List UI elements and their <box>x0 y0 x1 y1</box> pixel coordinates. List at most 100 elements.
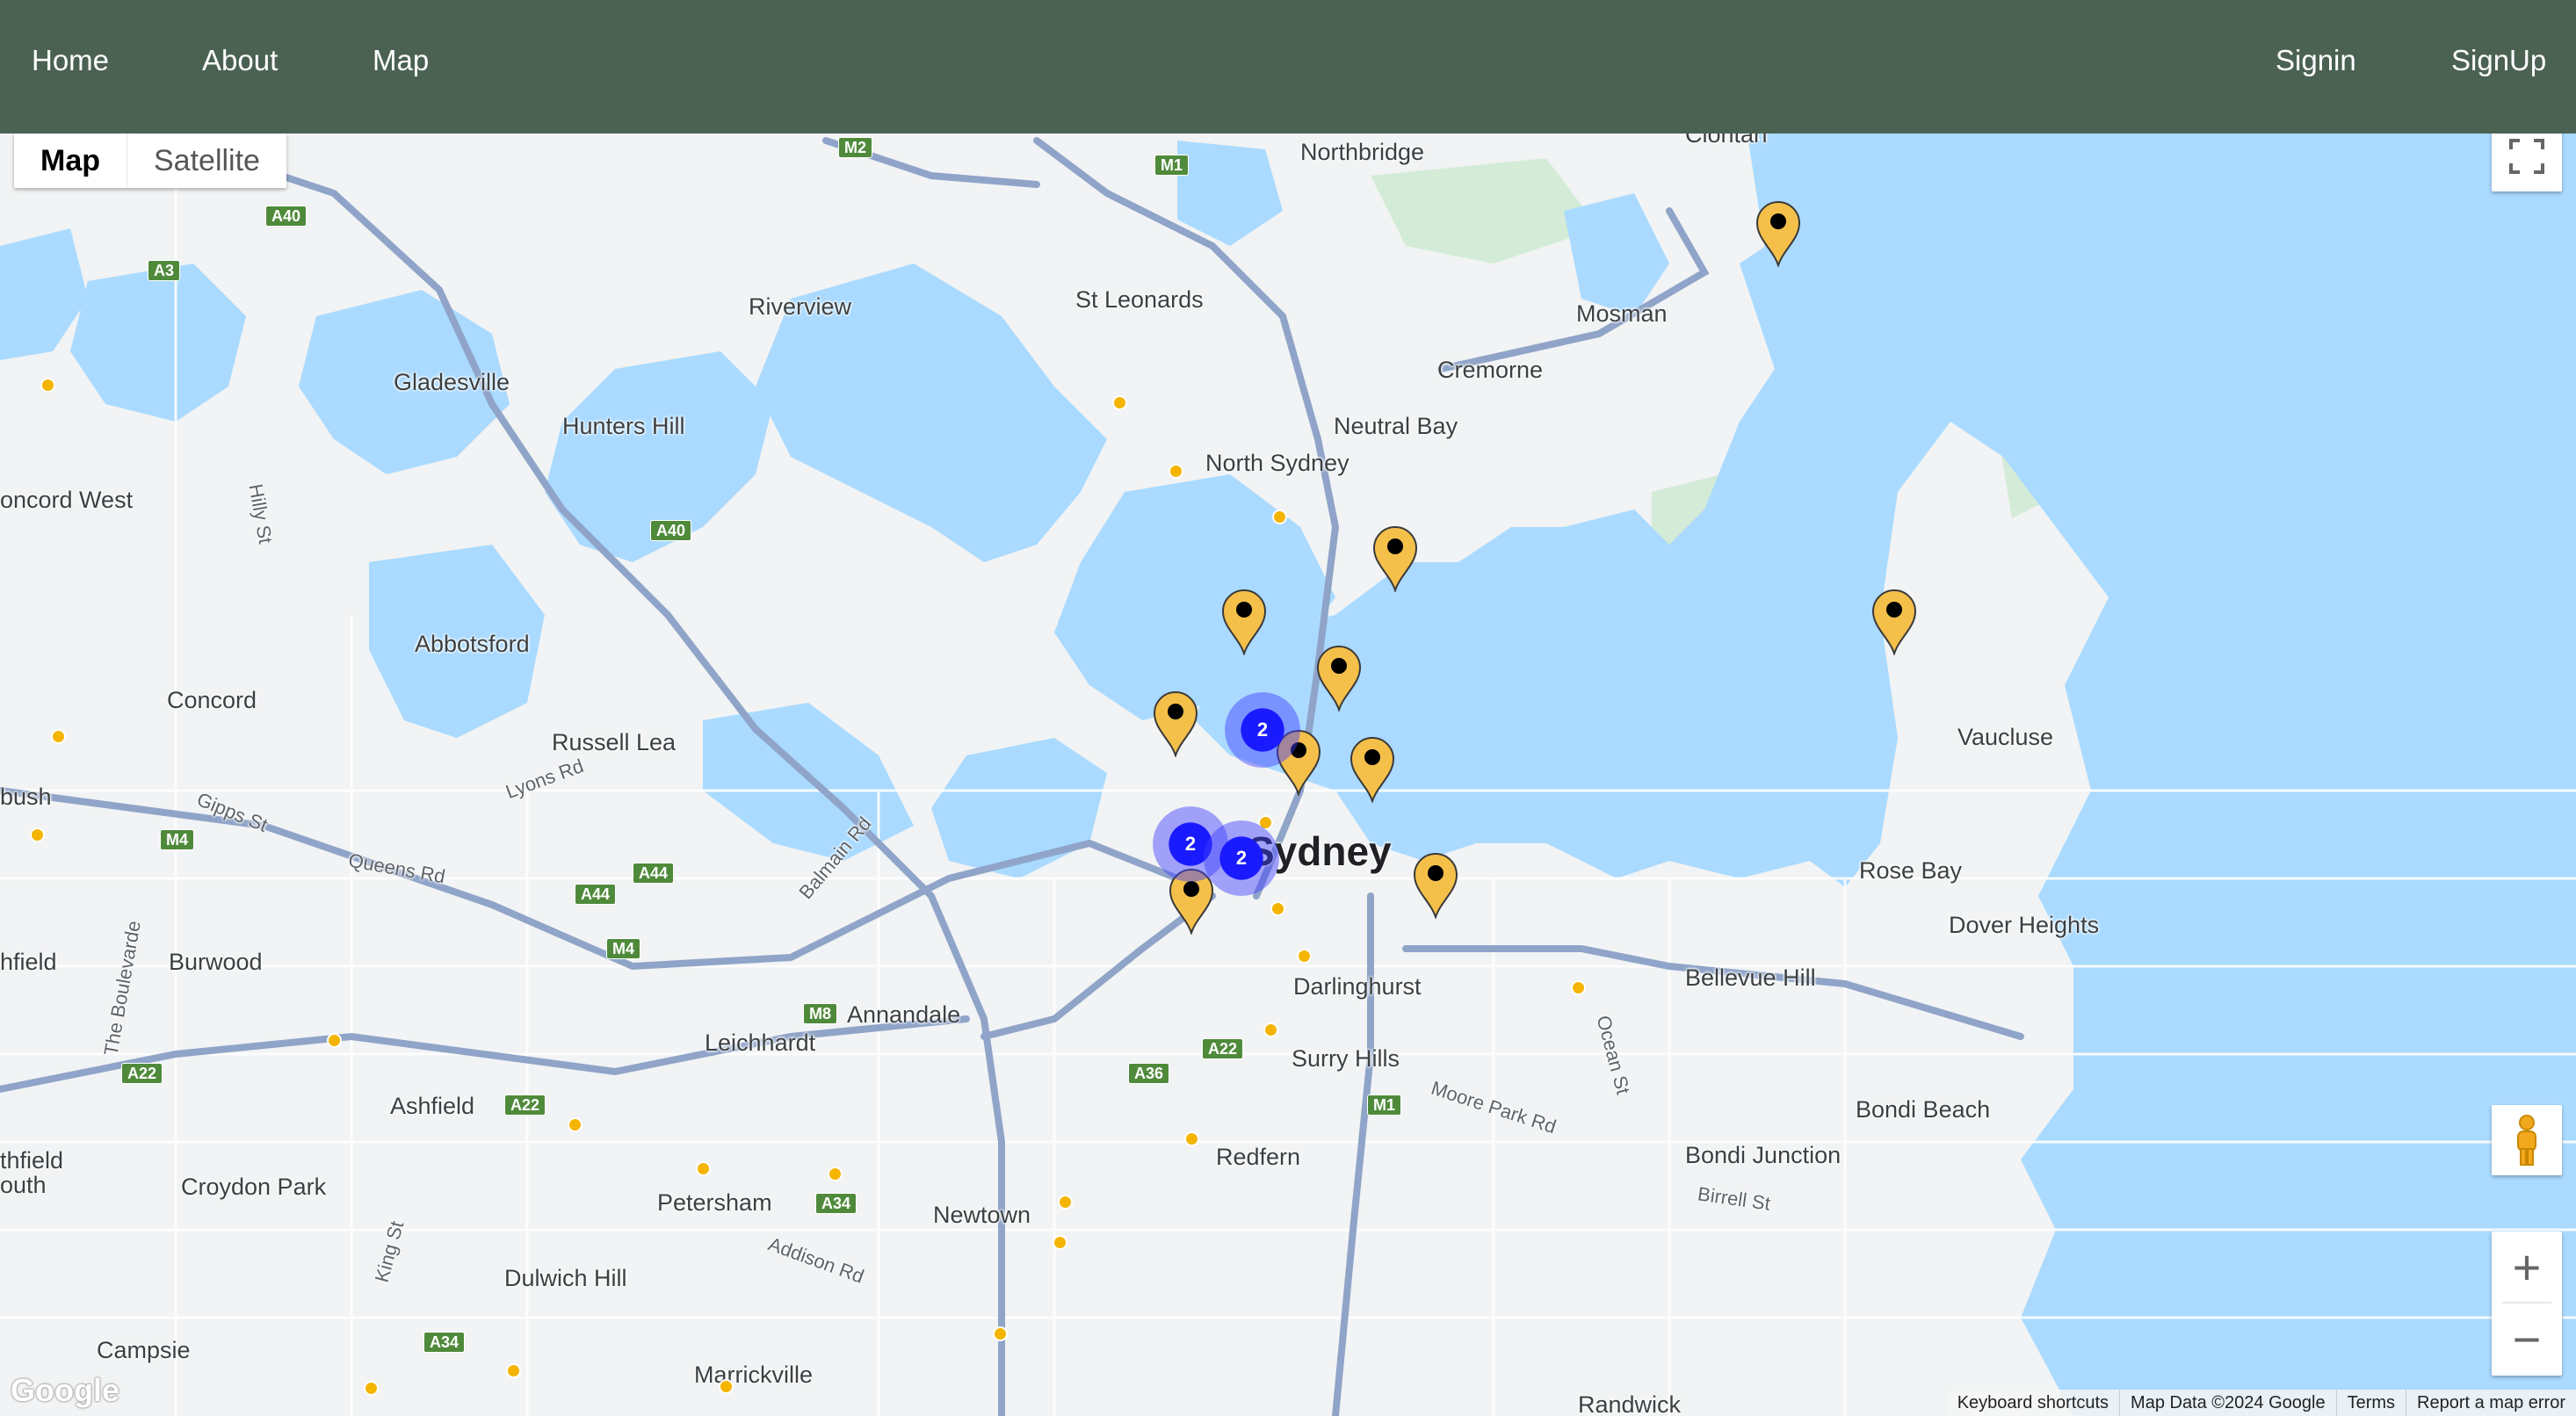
place-label: Randwick <box>1578 1391 1682 1416</box>
map-marker-pin-icon[interactable] <box>1413 852 1458 919</box>
place-label: Petersham <box>657 1189 772 1216</box>
place-label: Ashfield <box>390 1093 475 1119</box>
place-label: Dulwich Hill <box>504 1265 627 1291</box>
place-label: Russell Lea <box>552 729 677 755</box>
place-label: thfield <box>0 1147 64 1174</box>
transit-station-icon <box>1270 901 1285 916</box>
transit-station-icon <box>1058 1195 1073 1210</box>
terms-link[interactable]: Terms <box>2335 1390 2406 1416</box>
place-label: Croydon Park <box>181 1174 327 1200</box>
fullscreen-icon <box>2509 139 2544 174</box>
map-canvas[interactable]: Clontarf Northbridge Riverview St Leonar… <box>0 134 2576 1416</box>
keyboard-shortcuts-link[interactable]: Keyboard shortcuts <box>1947 1390 2119 1416</box>
report-map-error-link[interactable]: Report a map error <box>2406 1390 2576 1416</box>
zoom-control: + − <box>2492 1232 2562 1376</box>
transit-station-icon <box>1169 464 1183 479</box>
place-label: Dover Heights <box>1949 912 2100 938</box>
place-label: bush <box>0 784 52 810</box>
place-label: Bondi Junction <box>1685 1142 1842 1168</box>
place-label: outh <box>0 1172 47 1198</box>
road-shield: M1 <box>1367 1095 1402 1116</box>
place-label: Burwood <box>169 949 263 975</box>
transit-station-icon <box>719 1379 734 1394</box>
place-label: Gladesville <box>394 369 510 395</box>
map-data-text: Map Data ©2024 Google <box>2119 1390 2336 1416</box>
road-shield: M4 <box>160 829 195 850</box>
map-attribution-bar: Keyboard shortcuts Map Data ©2024 Google… <box>1946 1390 2576 1416</box>
road-shield: M8 <box>803 1003 838 1024</box>
zoom-in-button[interactable]: + <box>2492 1232 2562 1302</box>
road-shield: A22 <box>1202 1038 1244 1059</box>
place-label: Clontarf <box>1685 134 1769 148</box>
transit-station-icon <box>1263 1022 1278 1037</box>
place-label: Abbotsford <box>415 631 530 657</box>
place-label: Bellevue Hill <box>1685 964 1816 991</box>
street-view-pegman-button[interactable] <box>2492 1105 2562 1175</box>
place-label: Concord <box>167 687 257 713</box>
map-type-map-button[interactable]: Map <box>14 134 127 188</box>
map-marker-pin-icon[interactable] <box>1316 645 1362 712</box>
place-label: Mosman <box>1576 300 1668 327</box>
map-marker-pin-icon[interactable] <box>1372 525 1418 592</box>
road-shield: A3 <box>148 260 181 281</box>
nav-home-link[interactable]: Home <box>32 44 109 77</box>
place-label: Neutral Bay <box>1334 413 1458 439</box>
transit-station-icon <box>1571 980 1586 995</box>
road-shield: A44 <box>575 884 617 905</box>
place-label: Rose Bay <box>1859 857 1963 884</box>
navbar: Home About Map Signin SignUp <box>0 0 2576 134</box>
map-type-satellite-button[interactable]: Satellite <box>127 134 286 188</box>
transit-station-icon <box>364 1381 379 1396</box>
place-label: Hunters Hill <box>562 413 685 439</box>
marker-cluster[interactable]: 2 <box>1204 820 1279 896</box>
place-label: St Leonards <box>1075 286 1204 313</box>
place-label: Annandale <box>847 1001 961 1028</box>
road-shield: A34 <box>815 1193 857 1214</box>
map-marker-pin-icon[interactable] <box>1221 589 1267 655</box>
transit-station-icon <box>1184 1131 1199 1146</box>
place-label: Northbridge <box>1300 139 1425 165</box>
map-marker-pin-icon[interactable] <box>1755 200 1801 267</box>
map-marker-pin-icon[interactable] <box>1871 589 1917 655</box>
transit-station-icon <box>1112 395 1127 410</box>
place-label: Leichhardt <box>705 1029 816 1056</box>
place-label: Newtown <box>933 1202 1031 1228</box>
place-label: Surry Hills <box>1292 1045 1400 1072</box>
place-label: Bondi Beach <box>1856 1096 1991 1123</box>
road-shield: A44 <box>633 863 675 884</box>
transit-station-icon <box>1053 1235 1067 1250</box>
google-logo: Google <box>11 1372 119 1408</box>
place-label: Darlinghurst <box>1293 973 1422 1000</box>
marker-cluster[interactable]: 2 <box>1225 692 1300 768</box>
road-shield: A22 <box>504 1095 546 1116</box>
place-label: North Sydney <box>1205 450 1350 476</box>
road-shield: A34 <box>423 1332 466 1353</box>
transit-station-icon <box>828 1167 843 1181</box>
road-shield: A22 <box>121 1063 163 1084</box>
place-label: Cremorne <box>1437 357 1544 383</box>
transit-station-icon <box>993 1326 1008 1341</box>
place-label: Vaucluse <box>1957 724 2054 750</box>
nav-signin-link[interactable]: Signin <box>2276 44 2356 77</box>
transit-station-icon <box>696 1161 711 1176</box>
map-marker-pin-icon[interactable] <box>1350 736 1395 803</box>
pegman-icon <box>2517 1115 2536 1166</box>
road-shield: A40 <box>650 520 692 541</box>
transit-station-icon <box>30 827 45 842</box>
nav-about-link[interactable]: About <box>202 44 278 77</box>
road-shield: M1 <box>1154 155 1190 176</box>
place-label: hfield <box>0 949 57 975</box>
road-shield: M4 <box>606 938 641 959</box>
zoom-out-button[interactable]: − <box>2492 1304 2562 1374</box>
transit-station-icon <box>51 729 66 744</box>
transit-station-icon <box>40 378 55 393</box>
place-label: Campsie <box>97 1337 191 1363</box>
transit-station-icon <box>327 1033 342 1048</box>
map-marker-pin-icon[interactable] <box>1153 690 1198 757</box>
map-type-control: Map Satellite <box>14 134 286 188</box>
nav-signup-link[interactable]: SignUp <box>2451 44 2546 77</box>
place-label: Marrickville <box>694 1362 813 1388</box>
nav-map-link[interactable]: Map <box>373 44 429 77</box>
road-shield: M2 <box>838 137 873 158</box>
transit-station-icon <box>506 1363 521 1378</box>
